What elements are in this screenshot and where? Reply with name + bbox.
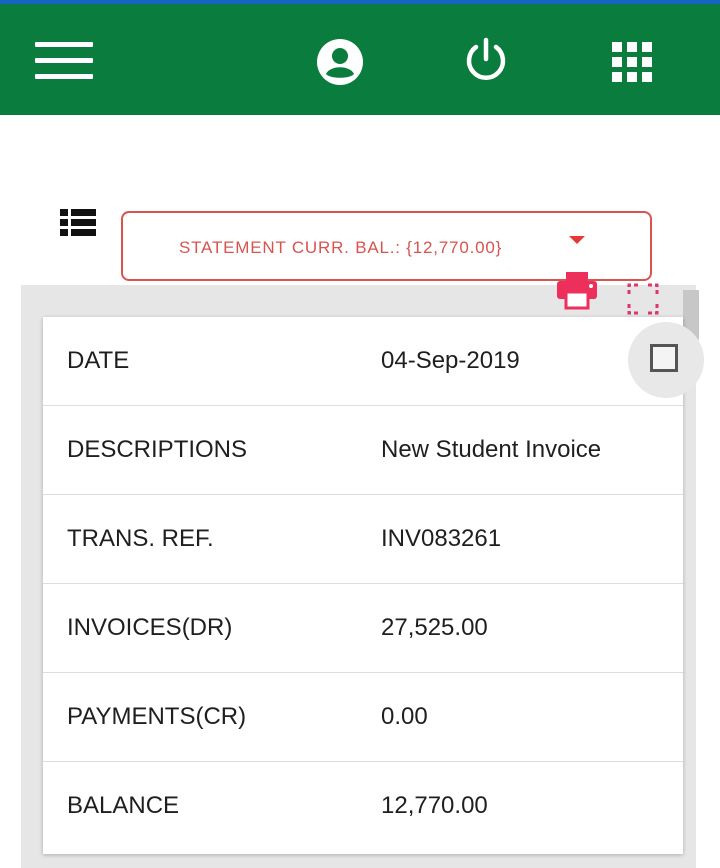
row-key: TRANS. REF. xyxy=(67,525,214,552)
row-key: BALANCE xyxy=(67,792,180,819)
row-key: INVOICES(DR) xyxy=(67,614,233,641)
account-circle-icon xyxy=(317,39,363,85)
transaction-row-invoices: INVOICES(DR) 27,525.00 xyxy=(43,584,683,673)
row-key: DATE xyxy=(67,347,130,374)
row-value: 04-Sep-2019 xyxy=(381,347,520,374)
transaction-row-payments: PAYMENTS(CR) 0.00 xyxy=(43,673,683,762)
transaction-row-descriptions: DESCRIPTIONS New Student Invoice xyxy=(43,406,683,495)
row-select-toggle[interactable] xyxy=(628,322,704,398)
row-value: 0.00 xyxy=(381,703,428,730)
fullscreen-button[interactable] xyxy=(626,282,660,316)
profile-button[interactable] xyxy=(310,32,370,92)
hamburger-menu-icon xyxy=(35,42,93,79)
checkbox[interactable] xyxy=(650,344,678,372)
print-button[interactable] xyxy=(556,270,598,310)
menu-button[interactable] xyxy=(30,32,98,88)
row-key: PAYMENTS(CR) xyxy=(67,703,247,730)
row-value: 27,525.00 xyxy=(381,614,488,641)
row-value: INV083261 xyxy=(381,525,502,552)
row-key: DESCRIPTIONS xyxy=(67,436,248,463)
apps-button[interactable] xyxy=(602,32,662,92)
logout-button[interactable] xyxy=(456,30,516,90)
transaction-row-balance: BALANCE 12,770.00 xyxy=(43,762,683,851)
transaction-row-trans-ref: TRANS. REF. INV083261 xyxy=(43,495,683,584)
chevron-down-icon xyxy=(569,236,585,244)
power-icon xyxy=(466,37,506,80)
apps-grid-icon xyxy=(612,42,652,82)
row-value: 12,770.00 xyxy=(381,792,488,819)
transaction-card: DATE 04-Sep-2019 DESCRIPTIONS New Studen… xyxy=(43,317,683,854)
row-value: New Student Invoice xyxy=(381,436,602,463)
statement-selector-label: STATEMENT CURR. BAL.: {12,770.00} xyxy=(179,238,503,257)
transaction-row-date: DATE 04-Sep-2019 xyxy=(43,317,683,406)
list-view-icon xyxy=(60,209,96,236)
app-bar xyxy=(0,4,720,115)
list-view-button[interactable] xyxy=(58,206,98,240)
fullscreen-icon xyxy=(627,283,659,315)
printer-icon xyxy=(557,272,597,310)
